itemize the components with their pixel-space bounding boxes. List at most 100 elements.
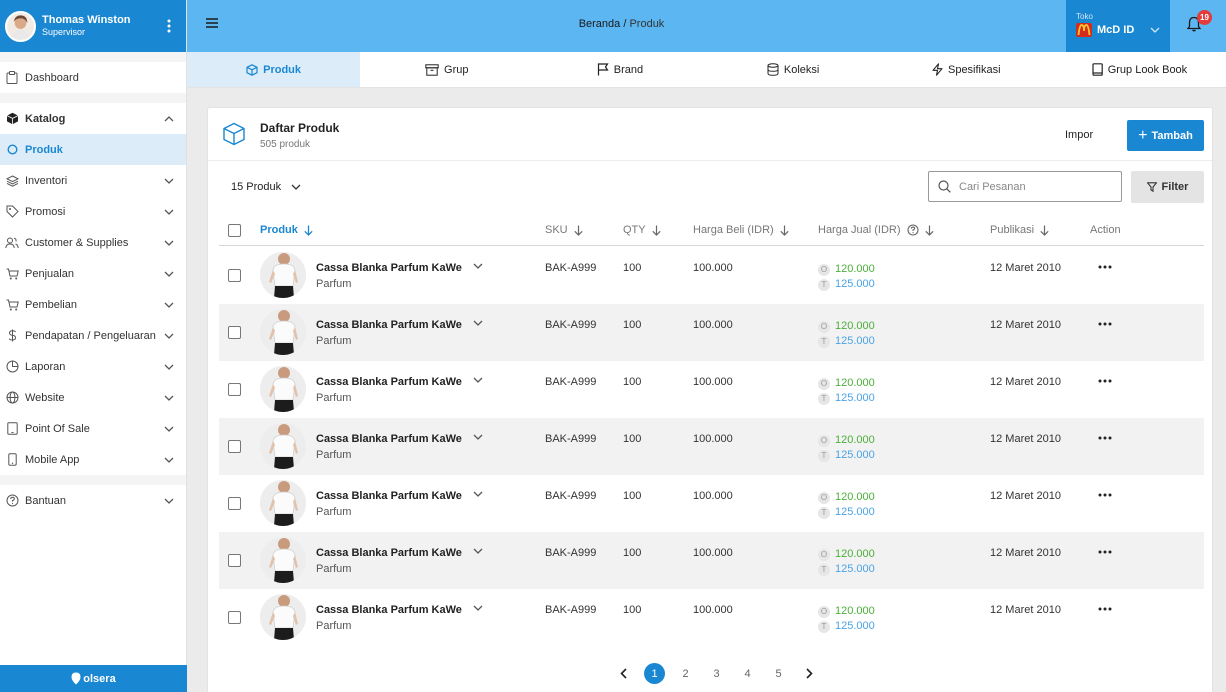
more-horizontal-icon[interactable] [1098, 379, 1112, 383]
price-tag-t: T [818, 450, 830, 462]
sidebar-item-mobile-app[interactable]: Mobile App [0, 444, 186, 475]
chevron-down-icon[interactable] [473, 548, 483, 554]
price-tag-t: T [818, 507, 830, 519]
column-label: Publikasi [990, 224, 1035, 236]
more-horizontal-icon[interactable] [1098, 322, 1112, 326]
chevron-down-icon[interactable] [473, 434, 483, 440]
chevron-left-icon[interactable] [613, 663, 634, 684]
sidebar-item-inventori[interactable]: Inventori [0, 165, 186, 196]
product-sell-price: O 120.000 T 125.000 [818, 319, 875, 349]
tab-grup-look-book[interactable]: Grup Look Book [1053, 52, 1226, 87]
per-page-value: 15 Produk [231, 181, 282, 193]
product-sku: BAK-A999 [545, 604, 597, 616]
row-checkbox[interactable] [228, 326, 241, 339]
select-all-checkbox[interactable] [228, 224, 241, 237]
page-button[interactable]: 3 [706, 663, 727, 684]
sell-price-o: 120.000 [835, 377, 875, 389]
tab-grup[interactable]: Grup [360, 52, 533, 87]
page-button[interactable]: 4 [737, 663, 758, 684]
chevron-down-icon[interactable] [473, 377, 483, 383]
add-product-button[interactable]: + Tambah [1127, 120, 1204, 151]
column-header-qty[interactable]: QTY [623, 224, 661, 236]
sidebar-item-promosi[interactable]: Promosi [0, 196, 186, 227]
sidebar-item-customer-supplies[interactable]: Customer & Supplies [0, 227, 186, 258]
table-row[interactable]: Cassa Blanka Parfum KaWe Parfum BAK-A999… [219, 532, 1204, 589]
sidebar-item-point-of-sale[interactable]: Point Of Sale [0, 413, 186, 444]
table-row[interactable]: Cassa Blanka Parfum KaWe Parfum BAK-A999… [219, 361, 1204, 418]
chevron-right-icon[interactable] [799, 663, 820, 684]
more-horizontal-icon[interactable] [1098, 493, 1112, 497]
row-checkbox[interactable] [228, 497, 241, 510]
product-thumbnail [260, 252, 306, 298]
sidebar-item-penjualan[interactable]: Penjualan [0, 258, 186, 289]
price-tag-o: O [818, 549, 830, 561]
chevron-down-icon[interactable] [473, 605, 483, 611]
page-button[interactable]: 5 [768, 663, 789, 684]
column-header-sell-price[interactable]: Harga Jual (IDR) [818, 224, 934, 236]
chevron-down-icon[interactable] [473, 320, 483, 326]
more-vertical-icon[interactable] [162, 16, 176, 36]
product-buy-price: 100.000 [693, 547, 733, 559]
tab-koleksi[interactable]: Koleksi [707, 52, 880, 87]
tab-produk[interactable]: Produk [187, 52, 361, 87]
page-button[interactable]: 1 [644, 663, 665, 684]
chevron-down-icon[interactable] [473, 263, 483, 269]
column-header-product[interactable]: Produk [260, 224, 313, 236]
row-checkbox[interactable] [228, 269, 241, 282]
product-count: 505 produk [260, 139, 311, 150]
store-selector[interactable]: Toko McD ID [1066, 0, 1170, 52]
table-row[interactable]: Cassa Blanka Parfum KaWe Parfum BAK-A999… [219, 247, 1204, 304]
sidebar-item-katalog[interactable]: Katalog [0, 103, 186, 134]
table-row[interactable]: Cassa Blanka Parfum KaWe Parfum BAK-A999… [219, 475, 1204, 532]
breadcrumb-home[interactable]: Beranda [579, 18, 621, 30]
product-name[interactable]: Cassa Blanka Parfum KaWe [316, 376, 462, 388]
tab-spesifikasi[interactable]: Spesifikasi [880, 52, 1053, 87]
more-horizontal-icon[interactable] [1098, 265, 1112, 269]
sidebar-item-label: Website [25, 391, 65, 404]
product-name[interactable]: Cassa Blanka Parfum KaWe [316, 547, 462, 559]
more-horizontal-icon[interactable] [1098, 550, 1112, 554]
column-header-published[interactable]: Publikasi [990, 224, 1049, 236]
sell-price-o: 120.000 [835, 434, 875, 446]
more-horizontal-icon[interactable] [1098, 607, 1112, 611]
sidebar-item-label: Pembelian [25, 298, 77, 311]
search-input[interactable] [959, 180, 1109, 193]
sidebar-item-bantuan[interactable]: Bantuan [0, 485, 186, 516]
per-page-select[interactable]: 15 Produk [231, 181, 301, 193]
sidebar-item-laporan[interactable]: Laporan [0, 351, 186, 382]
price-tag-t: T [818, 336, 830, 348]
product-name[interactable]: Cassa Blanka Parfum KaWe [316, 604, 462, 616]
user-profile[interactable]: Thomas Winston Supervisor [0, 0, 186, 52]
sidebar-item-dashboard[interactable]: Dashboard [0, 62, 186, 93]
zap-icon [932, 63, 943, 76]
sidebar-item-produk[interactable]: Produk [0, 134, 186, 165]
column-header-sku[interactable]: SKU [545, 224, 583, 236]
table-row[interactable]: Cassa Blanka Parfum KaWe Parfum BAK-A999… [219, 304, 1204, 361]
sidebar-item-website[interactable]: Website [0, 382, 186, 413]
more-horizontal-icon[interactable] [1098, 436, 1112, 440]
product-thumbnail [260, 537, 306, 583]
table-row[interactable]: Cassa Blanka Parfum KaWe Parfum BAK-A999… [219, 589, 1204, 646]
sidebar-item-pendapatan-pengeluaran[interactable]: Pendapatan / Pengeluaran [0, 320, 186, 351]
product-name[interactable]: Cassa Blanka Parfum KaWe [316, 262, 462, 274]
import-button[interactable]: Impor [1065, 129, 1093, 141]
chevron-down-icon[interactable] [473, 491, 483, 497]
row-checkbox[interactable] [228, 383, 241, 396]
chevron-down-icon [164, 457, 174, 463]
table-row[interactable]: Cassa Blanka Parfum KaWe Parfum BAK-A999… [219, 418, 1204, 475]
product-category: Parfum [316, 335, 352, 347]
product-qty: 100 [623, 604, 642, 616]
sidebar-item-pembelian[interactable]: Pembelian [0, 289, 186, 320]
row-checkbox[interactable] [228, 554, 241, 567]
help-circle-icon[interactable] [906, 224, 919, 236]
product-name[interactable]: Cassa Blanka Parfum KaWe [316, 433, 462, 445]
row-checkbox[interactable] [228, 611, 241, 624]
product-name[interactable]: Cassa Blanka Parfum KaWe [316, 490, 462, 502]
filter-button[interactable]: Filter [1131, 171, 1204, 203]
column-header-buy-price[interactable]: Harga Beli (IDR) [693, 224, 789, 236]
add-label: Tambah [1151, 129, 1193, 142]
product-name[interactable]: Cassa Blanka Parfum KaWe [316, 319, 462, 331]
tab-brand[interactable]: Brand [533, 52, 706, 87]
row-checkbox[interactable] [228, 440, 241, 453]
page-button[interactable]: 2 [675, 663, 696, 684]
